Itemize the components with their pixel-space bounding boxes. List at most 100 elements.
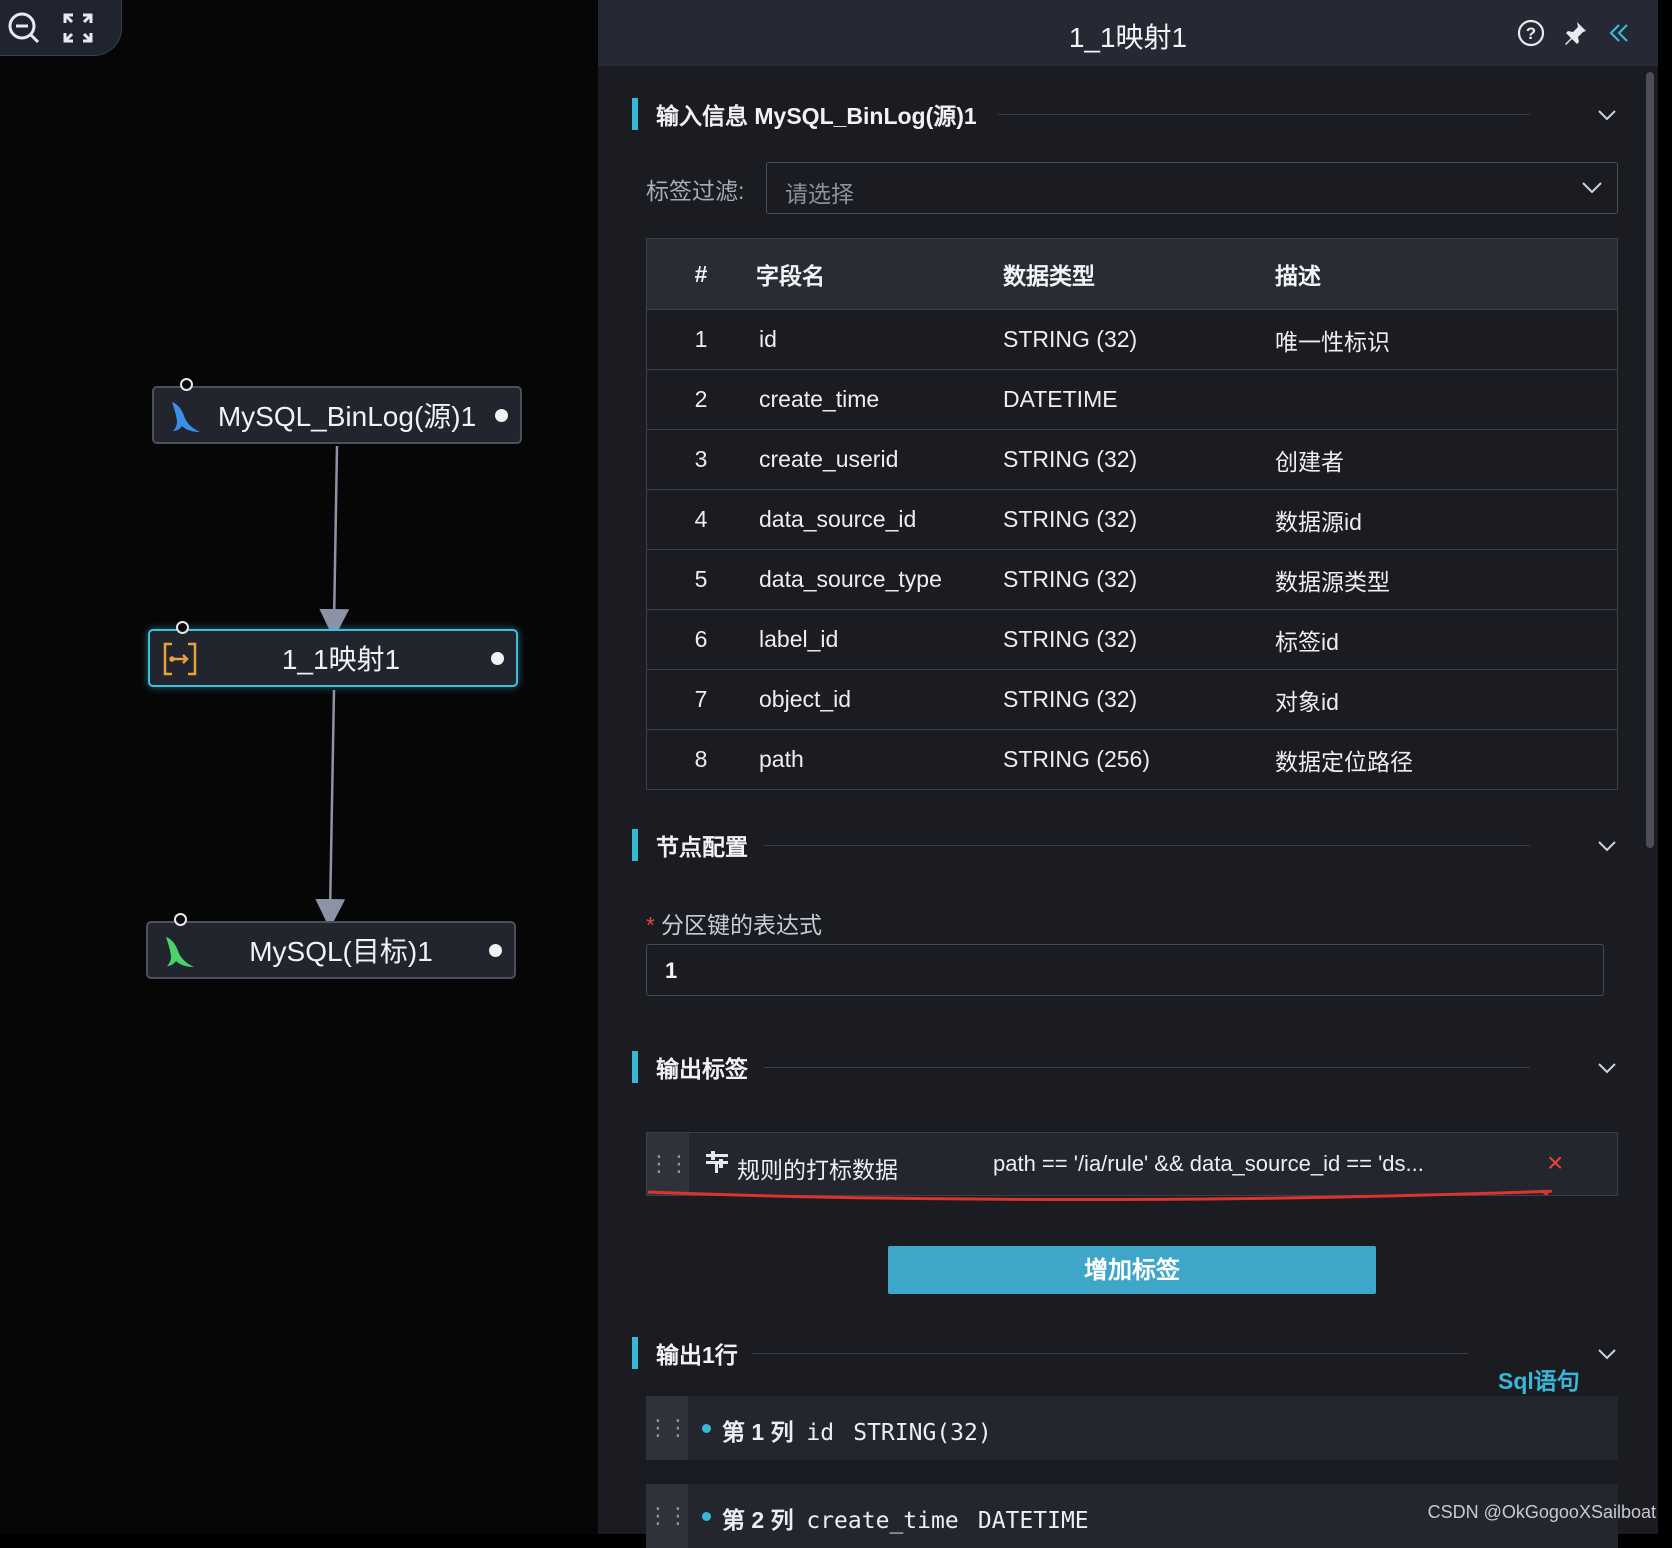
table-cell: object_id bbox=[755, 669, 1002, 730]
table-cell: 唯一性标识 bbox=[1274, 309, 1618, 370]
section-divider bbox=[764, 845, 1530, 846]
bullet-dot bbox=[702, 1424, 711, 1433]
table-cell: id bbox=[755, 309, 1002, 370]
table-row: 4 data_source_id STRING (32) 数据源id bbox=[646, 489, 1618, 550]
drag-handle-icon[interactable]: ⋮⋮ bbox=[646, 1396, 689, 1460]
flow-canvas[interactable]: MySQL_BinLog(源)1 1_1映射1 MySQL(目标)1 bbox=[0, 0, 598, 1534]
node-label: MySQL_BinLog(源)1 bbox=[217, 401, 477, 432]
table-row: 3 create_userid STRING (32) 创建者 bbox=[646, 429, 1618, 490]
filter-settings-icon bbox=[705, 1151, 729, 1180]
partition-key-label: * 分区键的表达式 bbox=[646, 912, 822, 938]
column-header: 字段名 bbox=[755, 238, 1002, 310]
table-cell: STRING (32) bbox=[1002, 429, 1274, 490]
help-icon[interactable]: ? bbox=[1516, 18, 1546, 48]
table-cell: STRING (256) bbox=[1002, 729, 1274, 790]
panel-title: 1_1映射1 bbox=[1068, 22, 1188, 53]
section-divider bbox=[764, 1067, 1530, 1068]
chevron-down-icon[interactable] bbox=[1596, 1343, 1618, 1365]
table-cell: STRING (32) bbox=[1002, 609, 1274, 670]
add-tag-button[interactable]: 增加标签 bbox=[888, 1246, 1376, 1294]
node-label: 1_1映射1 bbox=[281, 644, 401, 675]
table-cell: 6 bbox=[646, 609, 755, 670]
tag-expression: path == '/ia/rule' && data_source_id == … bbox=[993, 1151, 1424, 1176]
sql-statement-link[interactable]: Sql语句 bbox=[1498, 1362, 1580, 1396]
flow-edges bbox=[315, 445, 350, 929]
red-annotation-underline bbox=[647, 1189, 1553, 1201]
drag-handle-icon[interactable]: ⋮⋮ bbox=[647, 1133, 690, 1195]
partition-key-input[interactable]: 1 bbox=[646, 944, 1604, 996]
table-cell: data_source_type bbox=[755, 549, 1002, 610]
bullet-dot bbox=[702, 1512, 711, 1521]
watermark-text: CSDN @OkGogooXSailboat bbox=[1427, 1502, 1656, 1522]
column-header: 描述 bbox=[1274, 238, 1618, 310]
select-placeholder: 请选择 bbox=[785, 181, 854, 207]
output-port[interactable] bbox=[495, 409, 508, 422]
input-port[interactable] bbox=[176, 621, 189, 634]
table-cell: 数据定位路径 bbox=[1274, 729, 1618, 790]
table-cell: label_id bbox=[755, 609, 1002, 670]
table-cell: 3 bbox=[646, 429, 755, 490]
table-row: 2 create_time DATETIME bbox=[646, 369, 1618, 430]
table-cell: 数据源id bbox=[1274, 489, 1618, 550]
table-cell: create_time bbox=[755, 369, 1002, 430]
table-cell: data_source_id bbox=[755, 489, 1002, 550]
drag-handle-icon[interactable]: ⋮⋮ bbox=[646, 1484, 689, 1548]
table-cell: 7 bbox=[646, 669, 755, 730]
output-column-label: 第 2 列 create_time DATETIME bbox=[722, 1507, 1089, 1534]
properties-panel: 1_1映射1 ? 输入信息 MySQL_BinLog(源)1 标签过滤: 请选择… bbox=[598, 0, 1658, 1548]
table-cell: 数据源类型 bbox=[1274, 549, 1618, 610]
column-header: # bbox=[646, 238, 755, 310]
node-mysql-target[interactable]: MySQL(目标)1 bbox=[146, 913, 516, 979]
section-title-output-tags: 输出标签 bbox=[632, 1051, 748, 1083]
table-cell: 1 bbox=[646, 309, 755, 370]
output-column-label: 第 1 列 id STRING(32) bbox=[722, 1419, 992, 1446]
panel-scrollbar[interactable] bbox=[1646, 72, 1654, 848]
svg-text:?: ? bbox=[1526, 24, 1536, 43]
input-port[interactable] bbox=[180, 378, 193, 391]
table-row: 7 object_id STRING (32) 对象id bbox=[646, 669, 1618, 730]
node-mysql-binlog-source[interactable]: MySQL_BinLog(源)1 bbox=[152, 378, 522, 444]
output-port[interactable] bbox=[491, 652, 504, 665]
close-icon[interactable]: × bbox=[1547, 1147, 1563, 1179]
table-row: 8 path STRING (256) 数据定位路径 bbox=[646, 729, 1618, 790]
table-cell: 创建者 bbox=[1274, 429, 1618, 490]
chevron-down-icon[interactable] bbox=[1596, 104, 1618, 126]
input-port[interactable] bbox=[174, 913, 187, 926]
chevron-down-icon[interactable] bbox=[1596, 835, 1618, 857]
input-value: 1 bbox=[665, 958, 678, 983]
table-cell: 标签id bbox=[1274, 609, 1618, 670]
collapse-icon[interactable] bbox=[1604, 18, 1634, 48]
tag-name: 规则的打标数据 bbox=[737, 1157, 898, 1183]
required-marker: * bbox=[646, 912, 655, 938]
output-port[interactable] bbox=[489, 944, 502, 957]
table-cell: STRING (32) bbox=[1002, 669, 1274, 730]
table-cell: 5 bbox=[646, 549, 755, 610]
table-row: 5 data_source_type STRING (32) 数据源类型 bbox=[646, 549, 1618, 610]
tag-filter-select[interactable]: 请选择 bbox=[766, 162, 1618, 214]
chevron-down-icon bbox=[1581, 177, 1603, 199]
table-cell: 2 bbox=[646, 369, 755, 430]
node-mapping[interactable]: 1_1映射1 bbox=[148, 621, 518, 687]
pin-icon[interactable] bbox=[1560, 18, 1590, 48]
table-cell: 8 bbox=[646, 729, 755, 790]
table-cell: 4 bbox=[646, 489, 755, 550]
table-row: 6 label_id STRING (32) 标签id bbox=[646, 609, 1618, 670]
section-title-input: 输入信息 MySQL_BinLog(源)1 bbox=[632, 98, 977, 130]
table-row: 1 id STRING (32) 唯一性标识 bbox=[646, 309, 1618, 370]
table-cell: path bbox=[755, 729, 1002, 790]
tag-filter-label: 标签过滤: bbox=[646, 178, 745, 204]
section-title-output-rows: 输出1行 bbox=[632, 1337, 738, 1369]
table-header-row: # 字段名 数据类型 描述 bbox=[646, 238, 1618, 310]
table-cell: create_userid bbox=[755, 429, 1002, 490]
output-tag-row[interactable]: ⋮⋮ 规则的打标数据 path == '/ia/rule' && data_so… bbox=[646, 1132, 1618, 1196]
table-cell: STRING (32) bbox=[1002, 309, 1274, 370]
node-label: MySQL(目标)1 bbox=[249, 936, 433, 967]
section-title-node-config: 节点配置 bbox=[632, 829, 748, 861]
table-cell: 对象id bbox=[1274, 669, 1618, 730]
chevron-down-icon[interactable] bbox=[1596, 1057, 1618, 1079]
column-header: 数据类型 bbox=[1002, 238, 1274, 310]
output-column-row[interactable]: ⋮⋮ 第 1 列 id STRING(32) bbox=[646, 1396, 1618, 1460]
input-fields-table: # 字段名 数据类型 描述 1 id STRING (32) 唯一性标识 2 create… bbox=[646, 238, 1618, 790]
table-cell: STRING (32) bbox=[1002, 549, 1274, 610]
table-cell: DATETIME bbox=[1002, 369, 1274, 430]
